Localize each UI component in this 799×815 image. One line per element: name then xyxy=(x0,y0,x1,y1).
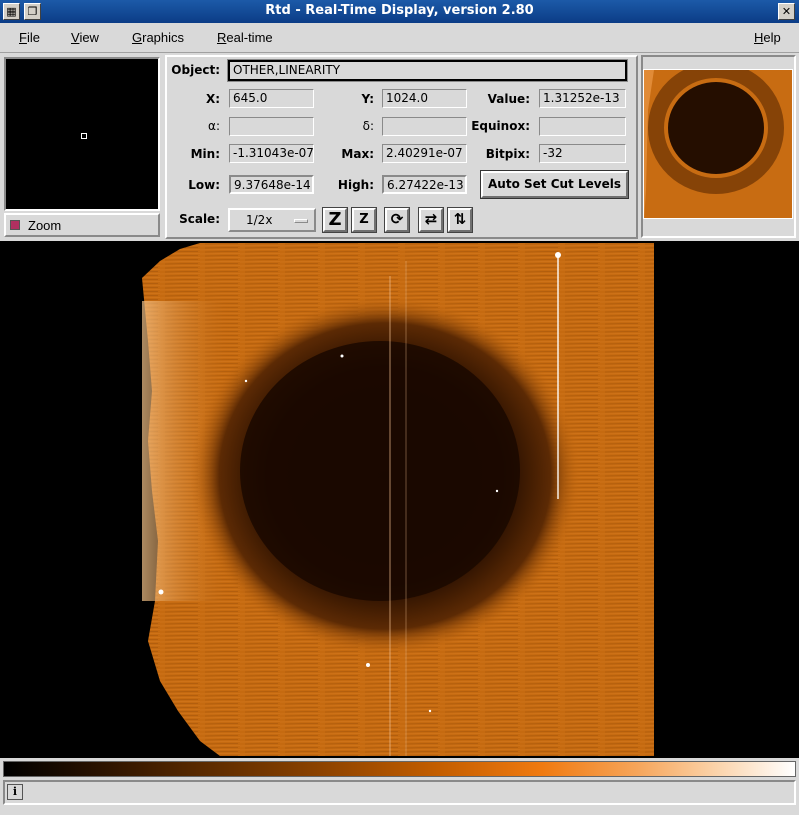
value-field[interactable]: 1.31252e-13 xyxy=(539,89,626,108)
menu-realtime[interactable]: Real-time xyxy=(217,30,273,45)
rotate-icon[interactable]: ⟳ xyxy=(384,207,410,233)
zoom-in-icon[interactable]: Z xyxy=(322,207,348,233)
high-label: High: xyxy=(337,178,374,192)
panner-thumbnail xyxy=(644,70,792,218)
x-field[interactable]: 645.0 xyxy=(229,89,314,108)
zoom-toggle[interactable]: Zoom xyxy=(4,213,160,237)
y-label: Y: xyxy=(361,92,374,106)
object-label: Object: xyxy=(171,63,220,77)
max-field[interactable]: 2.40291e-07 xyxy=(382,144,467,163)
scale-value: 1/2x xyxy=(246,213,273,227)
min-field[interactable]: -1.31043e-07 xyxy=(229,144,314,163)
zoom-out-icon[interactable]: Z xyxy=(351,207,377,233)
x-label: X: xyxy=(205,92,220,106)
high-field[interactable]: 6.27422e-13 xyxy=(382,175,467,194)
auto-set-cut-levels-button[interactable]: Auto Set Cut Levels xyxy=(480,170,629,199)
object-field[interactable]: OTHER,LINEARITY xyxy=(227,59,628,82)
max-label: Max: xyxy=(341,147,374,161)
y-field[interactable]: 1024.0 xyxy=(382,89,467,108)
low-field[interactable]: 9.37648e-14 xyxy=(229,175,314,194)
zoom-cursor xyxy=(81,133,87,139)
flip-y-icon[interactable]: ⇅ xyxy=(447,207,473,233)
value-label: Value: xyxy=(487,92,530,106)
alpha-field[interactable] xyxy=(229,117,314,136)
option-menu-indicator-icon xyxy=(294,219,308,223)
zoom-window xyxy=(4,57,160,211)
fits-image xyxy=(142,243,654,756)
panner-image[interactable] xyxy=(643,69,793,219)
equinox-label: Equinox: xyxy=(471,119,530,133)
menu-view[interactable]: View xyxy=(71,30,99,45)
menu-bar: File View Graphics Real-time Help xyxy=(0,23,799,53)
delta-field[interactable] xyxy=(382,117,467,136)
menu-file[interactable]: File xyxy=(19,30,40,45)
bitpix-field[interactable]: -32 xyxy=(539,144,626,163)
min-label: Min: xyxy=(190,147,220,161)
window-title: Rtd - Real-Time Display, version 2.80 xyxy=(265,3,534,18)
menu-help[interactable]: Help xyxy=(754,30,781,45)
main-image-canvas[interactable] xyxy=(0,241,799,758)
scale-label: Scale: xyxy=(179,212,220,226)
colorbar[interactable] xyxy=(3,761,796,777)
title-bar: ▦ ❐ Rtd - Real-Time Display, version 2.8… xyxy=(0,0,799,23)
zoom-checkbox[interactable] xyxy=(10,220,20,230)
flip-x-icon[interactable]: ⇄ xyxy=(418,207,444,233)
menu-graphics[interactable]: Graphics xyxy=(132,30,184,45)
status-bar xyxy=(3,780,796,805)
scale-menu[interactable]: 1/2x xyxy=(228,208,316,232)
bitpix-label: Bitpix: xyxy=(485,147,530,161)
alpha-label: α: xyxy=(208,119,220,133)
info-icon: i xyxy=(7,784,23,800)
delta-label: δ: xyxy=(362,119,374,133)
equinox-field[interactable] xyxy=(539,117,626,136)
low-label: Low: xyxy=(188,178,220,192)
zoom-label: Zoom xyxy=(28,218,62,233)
close-icon[interactable]: ✕ xyxy=(778,3,795,20)
